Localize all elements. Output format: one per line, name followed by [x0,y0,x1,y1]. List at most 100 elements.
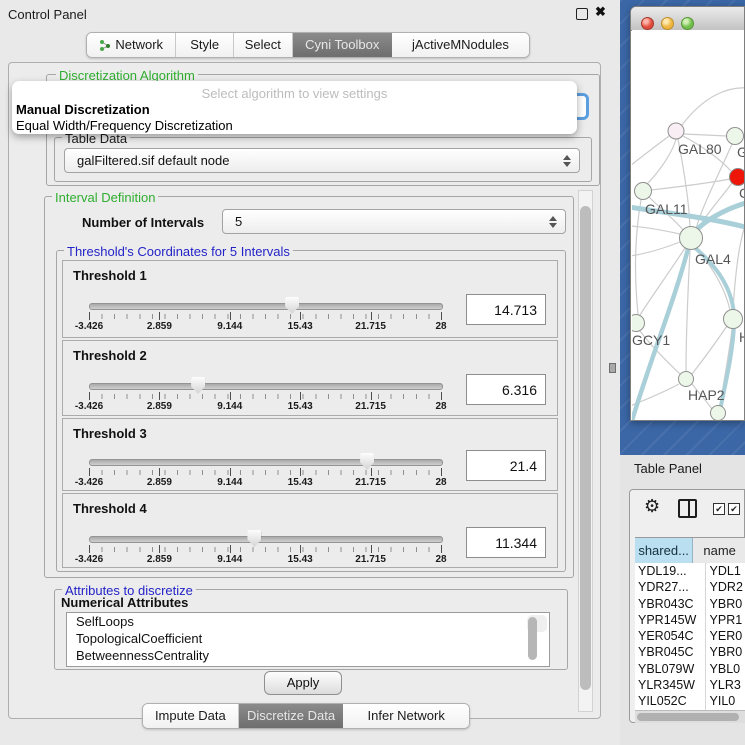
tab-impute-data[interactable]: Impute Data [143,704,239,728]
network-graph: GAL80 GA C GAL11 GAL4 GCY1 H HAP2 [632,30,744,420]
tick-label: 9.144 [217,401,242,412]
node-gal4[interactable] [680,227,703,250]
list-scrollbar[interactable] [527,615,547,632]
close-traffic-light-icon[interactable] [641,17,654,30]
list-item[interactable]: TopologicalCoefficient [67,630,549,647]
threshold-3-value-field[interactable]: 21.4 [466,450,546,481]
tab-cyni-toolbox[interactable]: Cyni Toolbox [293,33,392,57]
node-label-clipped-top-right: GA [737,144,744,160]
number-of-intervals-label: Number of Intervals [82,215,204,230]
popup-option-equal-width-frequency[interactable]: Equal Width/Frequency Discretization [16,118,233,133]
table-row[interactable]: YER054CYER0 [635,628,745,644]
bottom-tab-bar: Impute Data Discretize Data Infer Networ… [142,703,470,729]
table-row[interactable]: YBL079WYBL0 [635,661,745,677]
table-row[interactable]: YDL19...YDL1 [635,563,745,579]
number-of-intervals-combobox[interactable]: 5 [222,209,566,234]
threshold-2-slider-thumb[interactable] [191,377,205,394]
threshold-3-slider[interactable]: -3.426 2.859 9.144 15.43 21.715 28 [89,455,441,479]
popup-option-manual-discretization[interactable]: Manual Discretization [16,102,150,117]
threshold-4-slider-thumb[interactable] [247,530,261,547]
node-clipped-top-right[interactable] [727,128,744,145]
node-clipped-h[interactable] [724,310,743,329]
panel-scrollbar-thumb[interactable] [580,206,591,690]
node-gal11[interactable] [635,183,652,200]
table-horizontal-scrollbar[interactable] [635,710,745,723]
top-tab-bar: Network Style Select Cyni Toolbox jActiv… [86,32,530,58]
slider-track[interactable] [89,536,443,543]
threshold-3-slider-thumb[interactable] [360,453,374,470]
table-row[interactable]: YBR043CYBR0 [635,596,745,612]
float-window-icon[interactable] [576,8,588,20]
threshold-1-slider[interactable]: -3.426 2.859 9.144 15.43 21.715 28 [89,299,441,323]
table-panel-window: ⚙ ✔ ✔ shared... name YDL19...YDL1 YDR27.… [629,489,745,723]
table-row[interactable]: YDR27...YDR2 [635,579,745,595]
column-header-shared-name[interactable]: shared... [635,538,693,564]
close-icon[interactable]: ✖ [595,4,606,20]
threshold-2-slider[interactable]: -3.426 2.859 9.144 15.43 21.715 28 [89,379,441,403]
node-gcy1[interactable] [632,315,645,332]
threshold-4-value-field[interactable]: 11.344 [466,527,546,558]
list-item[interactable]: BetweennessCentrality [67,647,549,664]
gear-icon[interactable]: ⚙ [644,497,660,515]
threshold-2-value-field[interactable]: 6.316 [466,374,546,405]
slider-minor-ticks [89,547,442,552]
threshold-4-label: Threshold 4 [73,501,147,516]
node-label-gal4: GAL4 [695,251,731,267]
tick-label: -3.426 [75,401,103,412]
network-window-titlebar[interactable] [631,7,744,31]
slider-track[interactable] [89,303,443,310]
table-row[interactable]: YIL052CYIL0 [635,693,745,709]
node-selected-red[interactable] [730,169,745,186]
tick-label: 15.43 [288,477,313,488]
tab-discretize-data-label: Discretize Data [247,704,335,728]
tab-jactivemnodules[interactable]: jActiveMNodules [392,33,529,57]
node-clipped-bottom[interactable] [711,406,726,421]
apply-button[interactable]: Apply [264,671,342,695]
tab-network-label: Network [115,33,163,57]
tick-label: 15.43 [288,554,313,565]
combobox-spinner-icon [549,216,557,228]
threshold-4-slider[interactable]: -3.426 2.859 9.144 15.43 21.715 28 [89,532,441,556]
tick-label: 2.859 [147,401,172,412]
split-columns-icon[interactable] [678,499,697,518]
slider-track[interactable] [89,459,443,466]
interval-definition-group-title: Interval Definition [52,190,158,205]
tick-label: 9.144 [217,554,242,565]
threshold-1-value-field[interactable]: 14.713 [466,294,546,325]
tab-infer-network[interactable]: Infer Network [343,704,469,728]
network-canvas[interactable]: GAL80 GA C GAL11 GAL4 GCY1 H HAP2 [632,30,744,420]
table-row[interactable]: YBR045CYBR0 [635,644,745,660]
threshold-3-label: Threshold 3 [73,426,147,441]
tab-discretize-data[interactable]: Discretize Data [239,704,344,728]
slider-track[interactable] [89,383,443,390]
tab-network[interactable]: Network [87,33,176,57]
checkbox-icon[interactable]: ✔ [728,503,740,515]
minimize-traffic-light-icon[interactable] [661,17,674,30]
node-gal80[interactable] [668,123,684,139]
tab-jactivemnodules-label: jActiveMNodules [412,33,509,57]
threshold-1-slider-thumb[interactable] [285,297,299,314]
tick-label: 21.715 [355,321,386,332]
table-data-combobox[interactable]: galFiltered.sif default node [64,148,580,173]
threshold-coordinates-group-title: Threshold's Coordinates for 5 Intervals [64,244,293,259]
control-panel-title: Control Panel [8,7,87,22]
tab-select[interactable]: Select [234,33,293,57]
tick-label: 15.43 [288,321,313,332]
table-body[interactable]: YDL19...YDL1 YDR27...YDR2 YBR043CYBR0 YP… [635,563,745,710]
numerical-attributes-label: Numerical Attributes [58,595,191,610]
panel-resize-handle[interactable] [609,363,616,373]
list-item[interactable]: SelfLoops [67,613,549,630]
numerical-attributes-list[interactable]: SelfLoops TopologicalCoefficient Between… [66,612,550,667]
threshold-1-label: Threshold 1 [73,268,147,283]
table-row[interactable]: YPR145WYPR1 [635,612,745,628]
node-hap2[interactable] [679,372,694,387]
threshold-3-row: Threshold 3 -3.426 2.859 9.144 15.43 21.… [62,418,558,491]
application-window: Control Panel ✖ Network Style Select Cyn… [0,0,745,745]
column-header-name[interactable]: name [693,538,745,564]
checkbox-icon[interactable]: ✔ [713,503,725,515]
table-row[interactable]: YLR345WYLR3 [635,677,745,693]
tab-infer-network-label: Infer Network [368,704,445,728]
tab-style[interactable]: Style [176,33,234,57]
zoom-traffic-light-icon[interactable] [681,17,694,30]
tick-label: 28 [435,477,446,488]
